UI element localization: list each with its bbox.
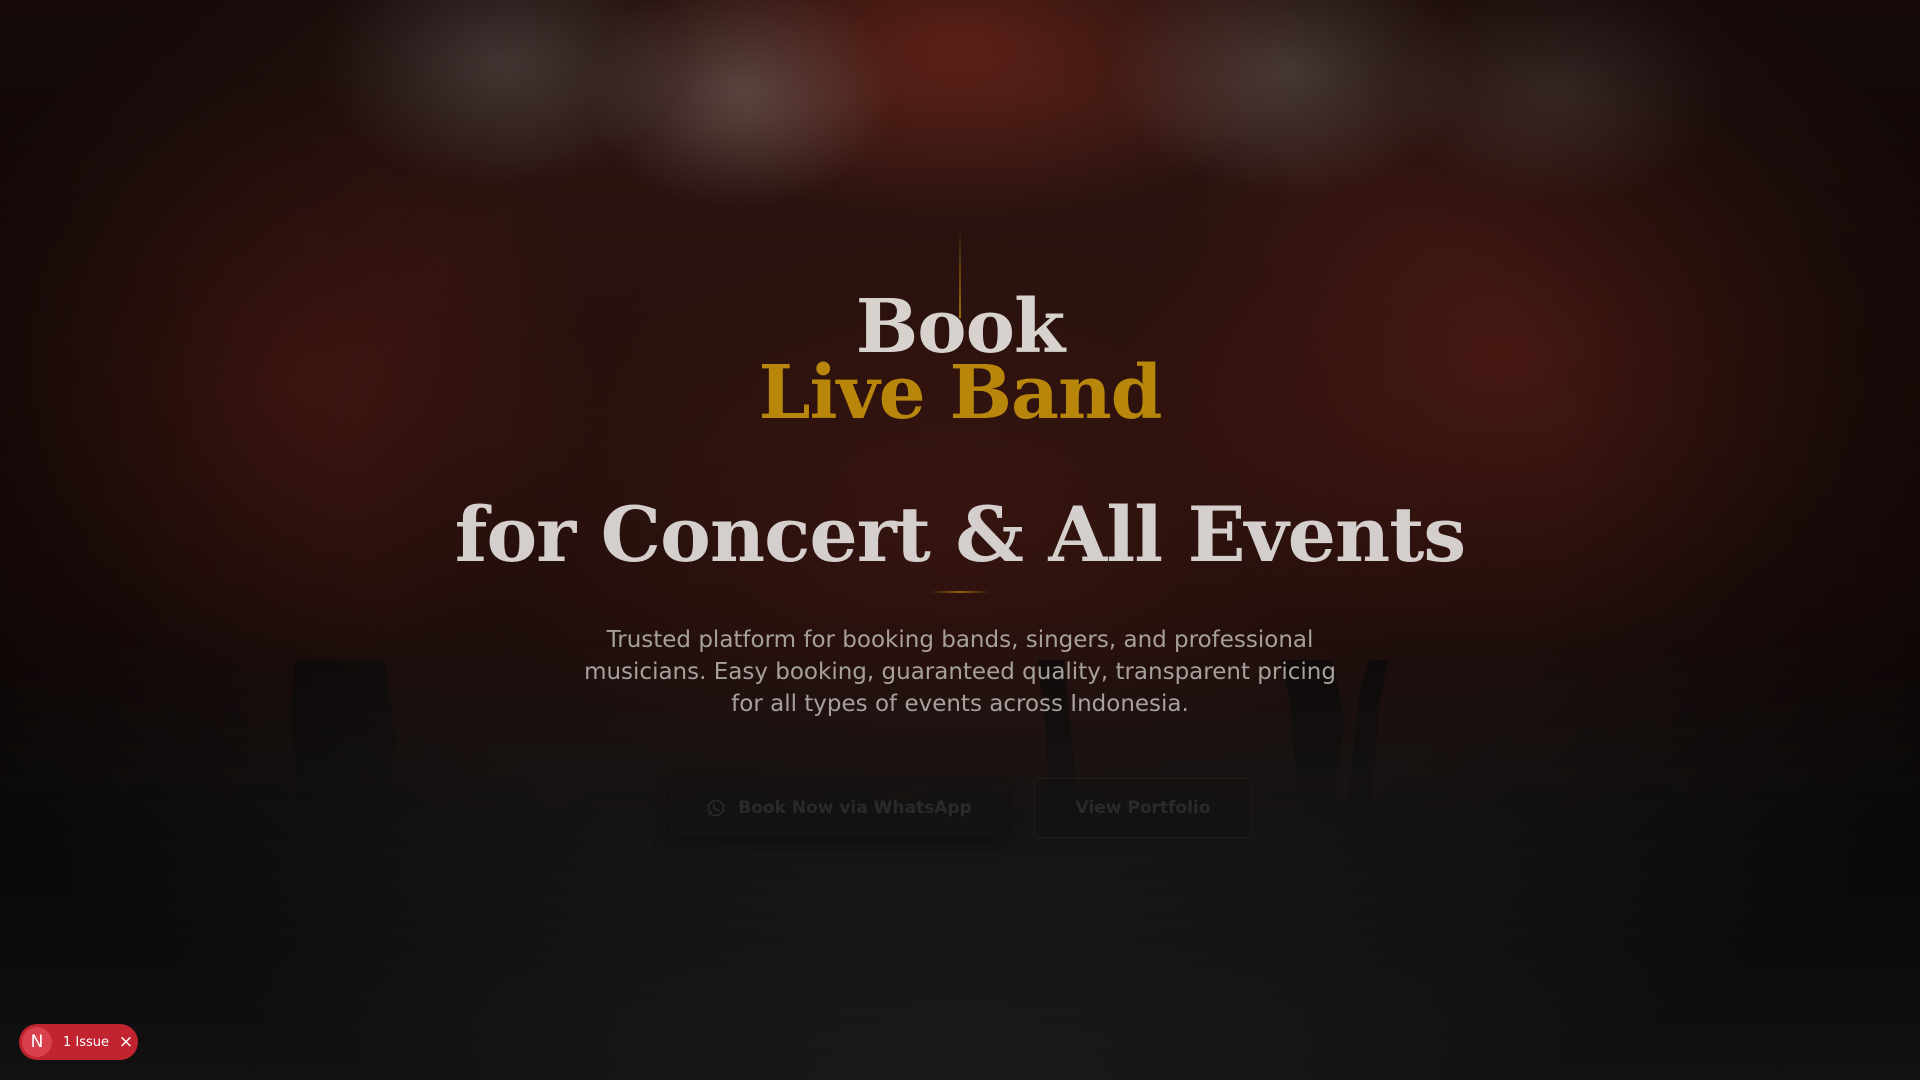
book-now-label: Book Now via WhatsApp [738,798,972,818]
headline-live-band: Live Band [758,350,1162,436]
book-now-whatsapp-button[interactable]: Book Now via WhatsApp [670,778,1008,838]
whatsapp-icon [707,799,725,817]
view-portfolio-label: View Portfolio [1075,798,1211,818]
issue-count-label: 1 Issue [63,1034,110,1050]
close-icon[interactable]: × [118,1032,134,1052]
hero-section: Book Live Band for Concert & All Events … [0,0,1920,1080]
view-portfolio-button[interactable]: View Portfolio [1034,778,1252,838]
decorative-gold-divider [930,591,990,593]
nextjs-issues-badge[interactable]: N 1 Issue × [19,1024,138,1060]
hero-subtitle: Trusted platform for booking bands, sing… [584,627,1336,717]
nextjs-logo-icon: N [22,1027,52,1057]
headline-concert-events: for Concert & All Events [454,490,1466,579]
